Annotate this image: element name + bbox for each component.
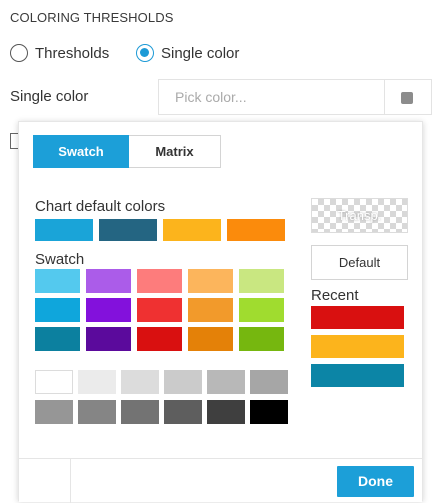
swatch-r2-c3[interactable] (137, 298, 182, 322)
chart-default-swatch-1[interactable] (35, 219, 93, 241)
radio-thresholds[interactable]: Thresholds (10, 42, 109, 64)
swatch-r2-c4[interactable] (188, 298, 233, 322)
swatch-r1-c5[interactable] (239, 269, 284, 293)
picker-tabs: Swatch Matrix (33, 135, 221, 168)
color-square-icon (401, 92, 413, 104)
gray-swatch-r2-c4[interactable] (164, 400, 202, 424)
gray-swatch-r2-c6[interactable] (250, 400, 288, 424)
gray-swatch-r1-c4[interactable] (164, 370, 202, 394)
pick-color-input[interactable]: Pick color... (158, 79, 384, 115)
chart-default-colors-label: Chart default colors (35, 198, 166, 215)
color-picker-popup: Swatch Matrix Chart default colors Swatc… (18, 121, 423, 503)
gray-swatch-r1-c6[interactable] (250, 370, 288, 394)
swatch-label: Swatch (35, 251, 85, 268)
chart-default-swatch-2[interactable] (99, 219, 157, 241)
gray-swatch-r1-c3[interactable] (121, 370, 159, 394)
recent-label: Recent (311, 287, 359, 304)
swatch-r3-c5[interactable] (239, 327, 284, 351)
radio-circle-thresholds[interactable] (10, 44, 28, 62)
tab-swatch[interactable]: Swatch (33, 135, 129, 168)
recent-swatch-3[interactable] (311, 364, 404, 387)
gray-swatch-r1-c5[interactable] (207, 370, 245, 394)
swatch-r3-c1[interactable] (35, 327, 80, 351)
radio-single-color[interactable]: Single color (136, 42, 239, 64)
radio-circle-single-color[interactable] (136, 44, 154, 62)
gray-swatch-r1-c1[interactable] (35, 370, 73, 394)
recent-swatch-2[interactable] (311, 335, 404, 358)
picker-footer: Done (19, 458, 422, 503)
chart-default-swatch-3[interactable] (163, 219, 221, 241)
recent-swatch-1[interactable] (311, 306, 404, 329)
chart-default-swatch-4[interactable] (227, 219, 285, 241)
done-button[interactable]: Done (337, 466, 414, 497)
gray-swatch-r2-c1[interactable] (35, 400, 73, 424)
swatch-r1-c1[interactable] (35, 269, 80, 293)
swatch-r2-c2[interactable] (86, 298, 131, 322)
default-button[interactable]: Default (311, 245, 408, 280)
swatch-r3-c4[interactable] (188, 327, 233, 351)
single-color-label: Single color (10, 88, 89, 105)
selected-color-preview (19, 459, 71, 503)
gray-swatch-r2-c2[interactable] (78, 400, 116, 424)
tab-matrix[interactable]: Matrix (129, 135, 221, 168)
swatch-r1-c3[interactable] (137, 269, 182, 293)
swatch-r2-c5[interactable] (239, 298, 284, 322)
swatch-r1-c2[interactable] (86, 269, 131, 293)
swatch-r1-c4[interactable] (188, 269, 233, 293)
swatch-r3-c3[interactable] (137, 327, 182, 351)
gray-swatch-r1-c2[interactable] (78, 370, 116, 394)
section-title: COLORING THRESHOLDS (10, 10, 174, 25)
radio-label-thresholds: Thresholds (35, 44, 110, 62)
partial-checkbox (10, 133, 18, 149)
color-preview-button[interactable] (384, 79, 432, 115)
swatch-r3-c2[interactable] (86, 327, 131, 351)
transparent-button[interactable]: Transp. (311, 198, 408, 233)
radio-label-single-color: Single color (161, 44, 240, 62)
gray-swatch-r2-c5[interactable] (207, 400, 245, 424)
gray-swatch-r2-c3[interactable] (121, 400, 159, 424)
swatch-r2-c1[interactable] (35, 298, 80, 322)
